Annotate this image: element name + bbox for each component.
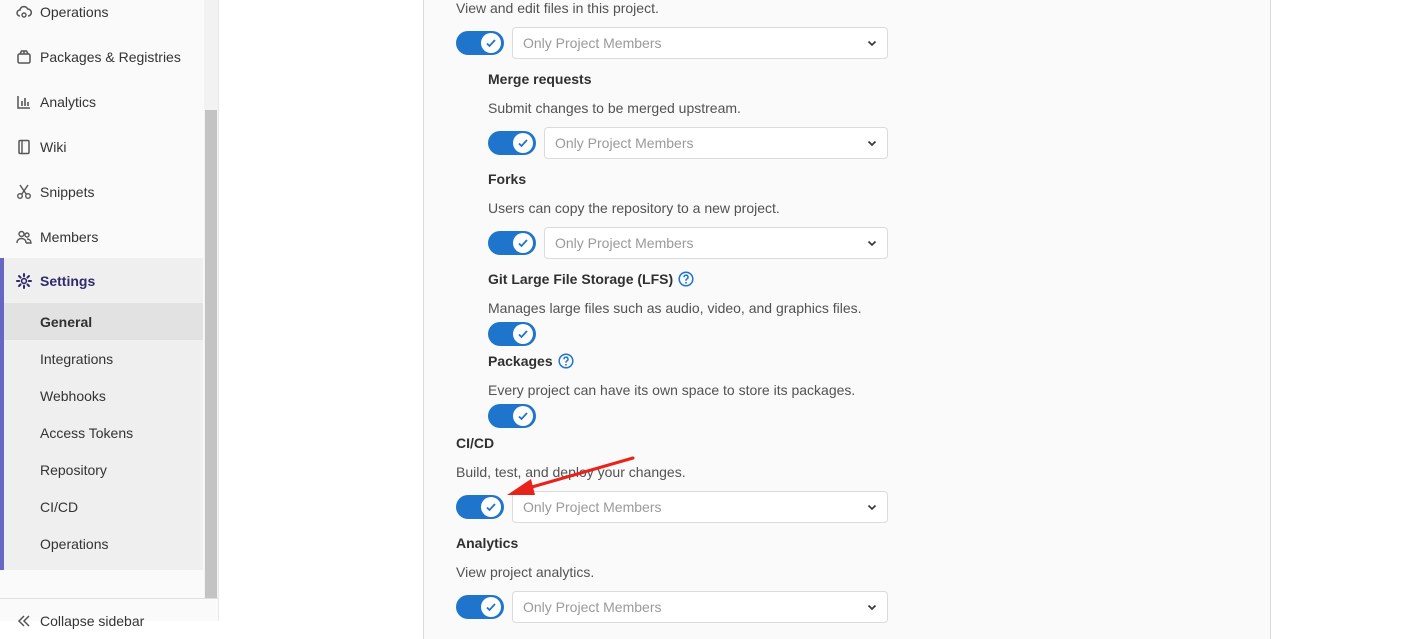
- sidebar-item-members[interactable]: Members: [0, 214, 203, 259]
- cicd-toggle[interactable]: [456, 495, 504, 519]
- settings-sub-repository[interactable]: Repository: [4, 451, 203, 488]
- sidebar-item-label: Analytics: [40, 93, 97, 110]
- chevron-down-icon: [867, 504, 877, 511]
- check-icon: [481, 497, 501, 517]
- sidebar-item-analytics[interactable]: Analytics: [0, 79, 203, 124]
- repository-description: View and edit files in this project.: [456, 0, 659, 16]
- check-icon: [513, 406, 533, 426]
- chevron-down-icon: [867, 40, 877, 47]
- sidebar-item-packages[interactable]: Packages & Registries: [0, 34, 203, 79]
- forks-description: Users can copy the repository to a new p…: [488, 200, 780, 216]
- cicd-access-select[interactable]: Only Project Members: [512, 491, 888, 523]
- question-circle-icon[interactable]: [558, 353, 574, 369]
- settings-sub-operations[interactable]: Operations: [4, 525, 203, 562]
- scissors-icon: [16, 184, 32, 200]
- settings-sub-integrations[interactable]: Integrations: [4, 340, 203, 377]
- select-value: Only Project Members: [555, 235, 694, 251]
- packages-label: Packages: [488, 353, 574, 369]
- select-value: Only Project Members: [555, 135, 694, 151]
- cicd-label: CI/CD: [456, 435, 495, 451]
- settings-sub-access-tokens[interactable]: Access Tokens: [4, 414, 203, 451]
- sidebar-item-label: Operations: [40, 3, 109, 20]
- settings-sub-cicd[interactable]: CI/CD: [4, 488, 203, 525]
- lfs-label-text: Git Large File Storage (LFS): [488, 271, 674, 287]
- analytics-access-select[interactable]: Only Project Members: [512, 591, 888, 623]
- select-value: Only Project Members: [523, 35, 662, 51]
- chart-icon: [16, 94, 32, 110]
- chevron-down-icon: [867, 604, 877, 611]
- book-icon: [16, 139, 32, 155]
- sidebar-item-label: Packages & Registries: [40, 48, 181, 65]
- sidebar-item-settings[interactable]: Settings: [0, 258, 203, 303]
- merge-requests-toggle[interactable]: [488, 131, 536, 155]
- forks-label: Forks: [488, 171, 527, 187]
- sidebar-scrollbar-thumb[interactable]: [205, 110, 217, 600]
- forks-toggle[interactable]: [488, 231, 536, 255]
- repository-toggle[interactable]: [456, 31, 504, 55]
- settings-sub-webhooks[interactable]: Webhooks: [4, 377, 203, 414]
- settings-sub-general[interactable]: General: [4, 303, 203, 340]
- lfs-label: Git Large File Storage (LFS): [488, 271, 694, 287]
- gear-icon: [16, 272, 32, 289]
- users-icon: [16, 229, 32, 245]
- merge-requests-access-select[interactable]: Only Project Members: [544, 127, 888, 159]
- chevron-down-icon: [867, 240, 877, 247]
- lfs-toggle[interactable]: [488, 322, 536, 346]
- cloud-gear-icon: [16, 4, 32, 20]
- check-icon: [513, 233, 533, 253]
- analytics-toggle[interactable]: [456, 595, 504, 619]
- select-value: Only Project Members: [523, 599, 662, 615]
- forks-access-select[interactable]: Only Project Members: [544, 227, 888, 259]
- check-icon: [481, 33, 501, 53]
- package-icon: [16, 49, 32, 65]
- merge-requests-label: Merge requests: [488, 71, 592, 87]
- packages-description: Every project can have its own space to …: [488, 382, 856, 398]
- visibility-settings-panel: View and edit files in this project. Onl…: [423, 0, 1271, 639]
- sidebar-item-label: Members: [40, 228, 99, 245]
- collapse-sidebar-button[interactable]: Collapse sidebar: [0, 598, 218, 629]
- settings-section: Settings General Integrations Webhooks A…: [0, 258, 203, 570]
- check-icon: [513, 133, 533, 153]
- analytics-description: View project analytics.: [456, 564, 595, 580]
- sidebar-item-label: Settings: [40, 272, 96, 289]
- collapse-sidebar-label: Collapse sidebar: [40, 613, 145, 629]
- check-icon: [513, 324, 533, 344]
- sidebar-item-label: Wiki: [40, 138, 67, 155]
- sidebar-item-operations[interactable]: Operations: [0, 0, 203, 34]
- packages-toggle[interactable]: [488, 404, 536, 428]
- cicd-description: Build, test, and deploy your changes.: [456, 464, 686, 480]
- merge-requests-description: Submit changes to be merged upstream.: [488, 100, 741, 116]
- select-value: Only Project Members: [523, 499, 662, 515]
- packages-label-text: Packages: [488, 353, 553, 369]
- lfs-description: Manages large files such as audio, video…: [488, 300, 862, 316]
- sidebar-item-snippets[interactable]: Snippets: [0, 169, 203, 214]
- analytics-label: Analytics: [456, 535, 519, 551]
- sidebar-nav: Operations Packages & Registries Analyti…: [0, 0, 203, 570]
- sidebar: Operations Packages & Registries Analyti…: [0, 0, 219, 629]
- repository-access-select[interactable]: Only Project Members: [512, 27, 888, 59]
- chevron-down-icon: [867, 140, 877, 147]
- chevron-double-left-icon: [16, 613, 32, 629]
- check-icon: [481, 597, 501, 617]
- question-circle-icon[interactable]: [678, 271, 694, 287]
- sidebar-item-label: Snippets: [40, 183, 95, 200]
- sidebar-item-wiki[interactable]: Wiki: [0, 124, 203, 169]
